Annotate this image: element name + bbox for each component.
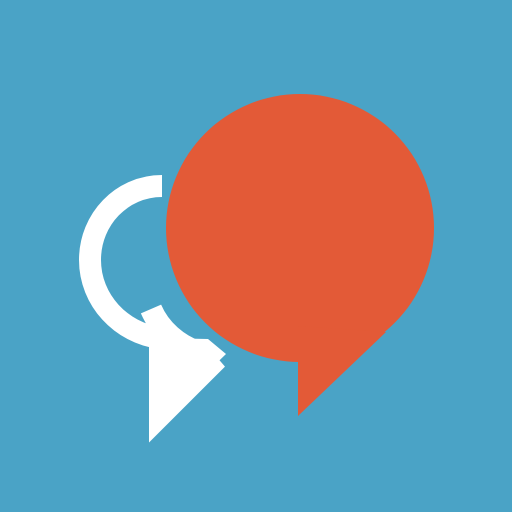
app-icon-canvas bbox=[0, 0, 512, 512]
chat-bubbles-icon bbox=[0, 0, 512, 512]
primary-bubble-body bbox=[166, 94, 434, 362]
